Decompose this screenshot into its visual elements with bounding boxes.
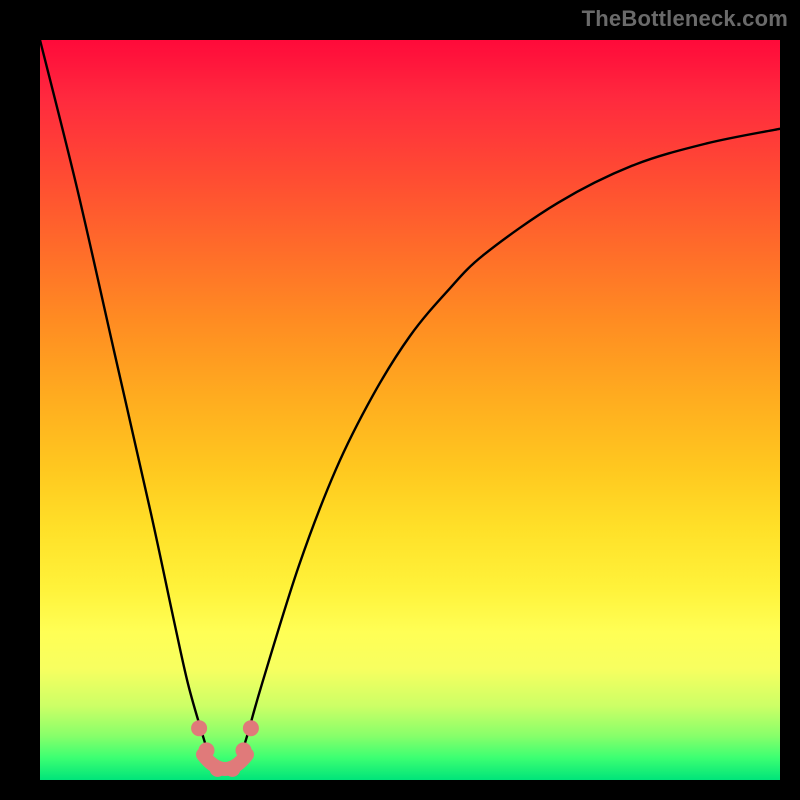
bottleneck-curve-path [40,40,780,773]
marker-dot [243,720,259,736]
marker-dots [191,720,259,777]
curve-layer [40,40,780,780]
plot-area [40,40,780,780]
marker-dot [224,761,240,777]
watermark-label: TheBottleneck.com [582,6,788,32]
marker-dot [199,742,215,758]
marker-dot [236,742,252,758]
marker-dot [191,720,207,736]
chart-frame: TheBottleneck.com [0,0,800,800]
marker-dot [210,761,226,777]
